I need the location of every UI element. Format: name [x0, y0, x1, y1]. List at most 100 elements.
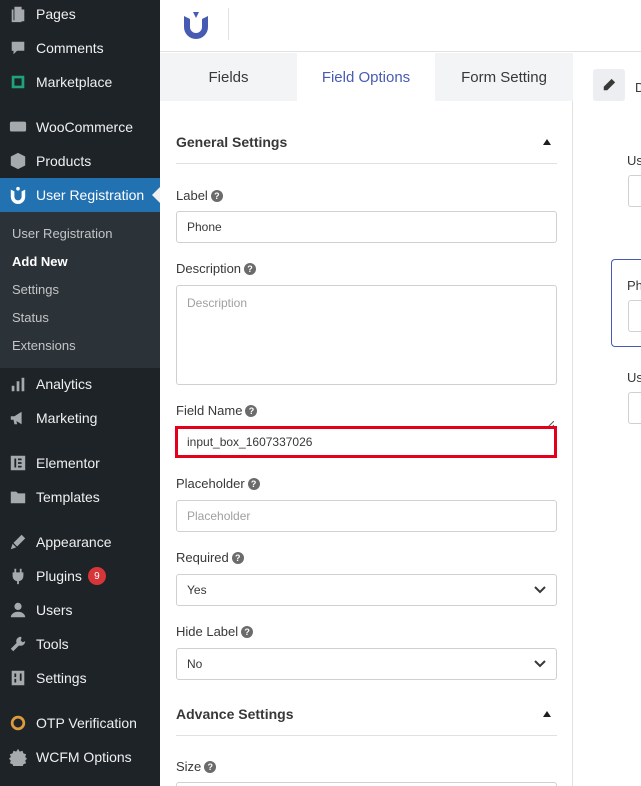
sidebar-item-users[interactable]: Users: [0, 593, 160, 627]
field-name-input[interactable]: [176, 427, 557, 457]
field-name-text: Field Name: [176, 403, 243, 418]
tab-field-options[interactable]: Field Options: [297, 53, 435, 101]
sidebar-item-label: Pages: [36, 6, 76, 22]
placeholder-input[interactable]: [176, 500, 557, 532]
preview-field-input[interactable]: [628, 392, 641, 424]
sidebar-item-label: Products: [36, 153, 92, 169]
placeholder-field-label: Placeholder ?: [176, 476, 260, 491]
sidebar-item-label: WCFM Options: [36, 749, 132, 765]
form-preview-area: D Us Ph Us: [574, 53, 641, 786]
sidebar-item-label: Comments: [36, 40, 104, 56]
help-icon[interactable]: ?: [241, 625, 254, 638]
label-field-label: Label ?: [176, 188, 223, 203]
sidebar-item-label: Tools: [36, 636, 69, 652]
help-icon[interactable]: ?: [247, 477, 260, 490]
sidebar-item-label: Marketplace: [36, 74, 113, 90]
products-icon: [8, 151, 28, 171]
sidebar-item-otp-verification[interactable]: OTP Verification: [0, 706, 160, 740]
hide-label-field-label: Hide Label ?: [176, 624, 254, 639]
submenu-item-add-new[interactable]: Add New: [12, 254, 68, 269]
pages-icon: [8, 4, 28, 24]
chevron-down-icon: [534, 657, 546, 672]
sidebar-item-appearance[interactable]: Appearance: [0, 525, 160, 559]
sidebar-item-label: Templates: [36, 489, 100, 505]
size-text: Size: [176, 759, 202, 774]
chevron-down-icon: [534, 583, 546, 598]
help-icon[interactable]: ?: [231, 551, 244, 564]
sidebar-item-label: User Registration: [36, 187, 145, 203]
sidebar-item-label: Analytics: [36, 376, 93, 392]
sidebar-item-marketplace[interactable]: Marketplace: [0, 65, 160, 99]
preview-phone-label: Ph: [627, 278, 641, 293]
field-options-panel: Fields Field Options Form Setting Genera…: [160, 53, 573, 786]
users-icon: [8, 600, 28, 620]
analytics-icon: [8, 374, 28, 394]
sidebar-item-label: Plugins: [36, 568, 82, 584]
help-icon[interactable]: ?: [204, 760, 217, 773]
otp-icon: [8, 713, 28, 733]
sidebar-item-marketing[interactable]: Marketing: [0, 401, 160, 435]
sidebar-item-label: Settings: [36, 670, 87, 686]
help-icon[interactable]: ?: [245, 404, 258, 417]
size-input[interactable]: [176, 782, 557, 786]
required-text: Required: [176, 550, 229, 565]
pencil-icon: [603, 78, 616, 91]
sidebar-item-comments[interactable]: Comments: [0, 31, 160, 65]
submenu-item-status[interactable]: Status: [12, 310, 49, 325]
admin-sidebar: Pages Comments Marketplace WooCommerce P…: [0, 0, 160, 786]
preview-field-label: Us: [627, 153, 641, 168]
tab-form-setting[interactable]: Form Setting: [435, 53, 573, 101]
elementor-icon: [8, 453, 28, 473]
preview-field-label: Us: [627, 370, 641, 385]
hide-label-text: Hide Label: [176, 624, 239, 639]
user-registration-submenu: User Registration Add New Settings Statu…: [0, 212, 160, 368]
builder-topbar: [160, 0, 641, 52]
field-name-field-label: Field Name ?: [176, 403, 258, 418]
preview-toolbar-text: D: [635, 80, 641, 95]
preview-phone-input[interactable]: [628, 300, 641, 332]
submenu-item-settings[interactable]: Settings: [12, 282, 59, 297]
sidebar-item-plugins[interactable]: Plugins 9: [0, 559, 160, 593]
description-field-label: Description ?: [176, 261, 257, 276]
preview-field-input[interactable]: [628, 175, 641, 207]
sidebar-item-wcfm-options[interactable]: WCFM Options: [0, 740, 160, 774]
size-field-label: Size ?: [176, 759, 217, 774]
general-settings-header[interactable]: General Settings: [176, 120, 557, 164]
sidebar-item-label: Marketing: [36, 410, 98, 426]
sidebar-item-products[interactable]: Products: [0, 144, 160, 178]
description-textarea[interactable]: [176, 285, 557, 385]
sidebar-item-label: Users: [36, 602, 73, 618]
submenu-item-extensions[interactable]: Extensions: [12, 338, 76, 353]
submenu-item-user-registration[interactable]: User Registration: [12, 226, 112, 241]
marketing-icon: [8, 408, 28, 428]
edit-form-button[interactable]: [593, 69, 625, 101]
marketplace-icon: [8, 72, 28, 92]
required-field-label: Required ?: [176, 550, 244, 565]
sidebar-item-user-registration[interactable]: User Registration: [0, 178, 160, 212]
sidebar-item-pages[interactable]: Pages: [0, 0, 160, 31]
user-registration-logo-icon: [184, 12, 208, 39]
label-input[interactable]: [176, 211, 557, 243]
sidebar-item-settings[interactable]: Settings: [0, 661, 160, 695]
sidebar-item-analytics[interactable]: Analytics: [0, 367, 160, 401]
help-icon[interactable]: ?: [210, 189, 223, 202]
section-title: Advance Settings: [176, 705, 294, 722]
advance-settings-header[interactable]: Advance Settings: [176, 692, 557, 736]
hide-label-select[interactable]: No: [176, 648, 557, 680]
sidebar-item-tools[interactable]: Tools: [0, 627, 160, 661]
sidebar-item-elementor[interactable]: Elementor: [0, 446, 160, 480]
tab-fields[interactable]: Fields: [160, 53, 297, 101]
templates-icon: [8, 487, 28, 507]
section-title: General Settings: [176, 133, 288, 150]
help-icon[interactable]: ?: [244, 262, 257, 275]
required-select[interactable]: Yes: [176, 574, 557, 606]
wcfm-icon: [8, 747, 28, 767]
label-text: Label: [176, 188, 208, 203]
tools-icon: [8, 634, 28, 654]
preview-selected-field-card[interactable]: Ph: [611, 259, 641, 347]
comments-icon: [8, 38, 28, 58]
sidebar-item-templates[interactable]: Templates: [0, 480, 160, 514]
settings-icon: [8, 668, 28, 688]
collapse-caret-icon: [543, 138, 551, 145]
sidebar-item-woocommerce[interactable]: WooCommerce: [0, 110, 160, 144]
